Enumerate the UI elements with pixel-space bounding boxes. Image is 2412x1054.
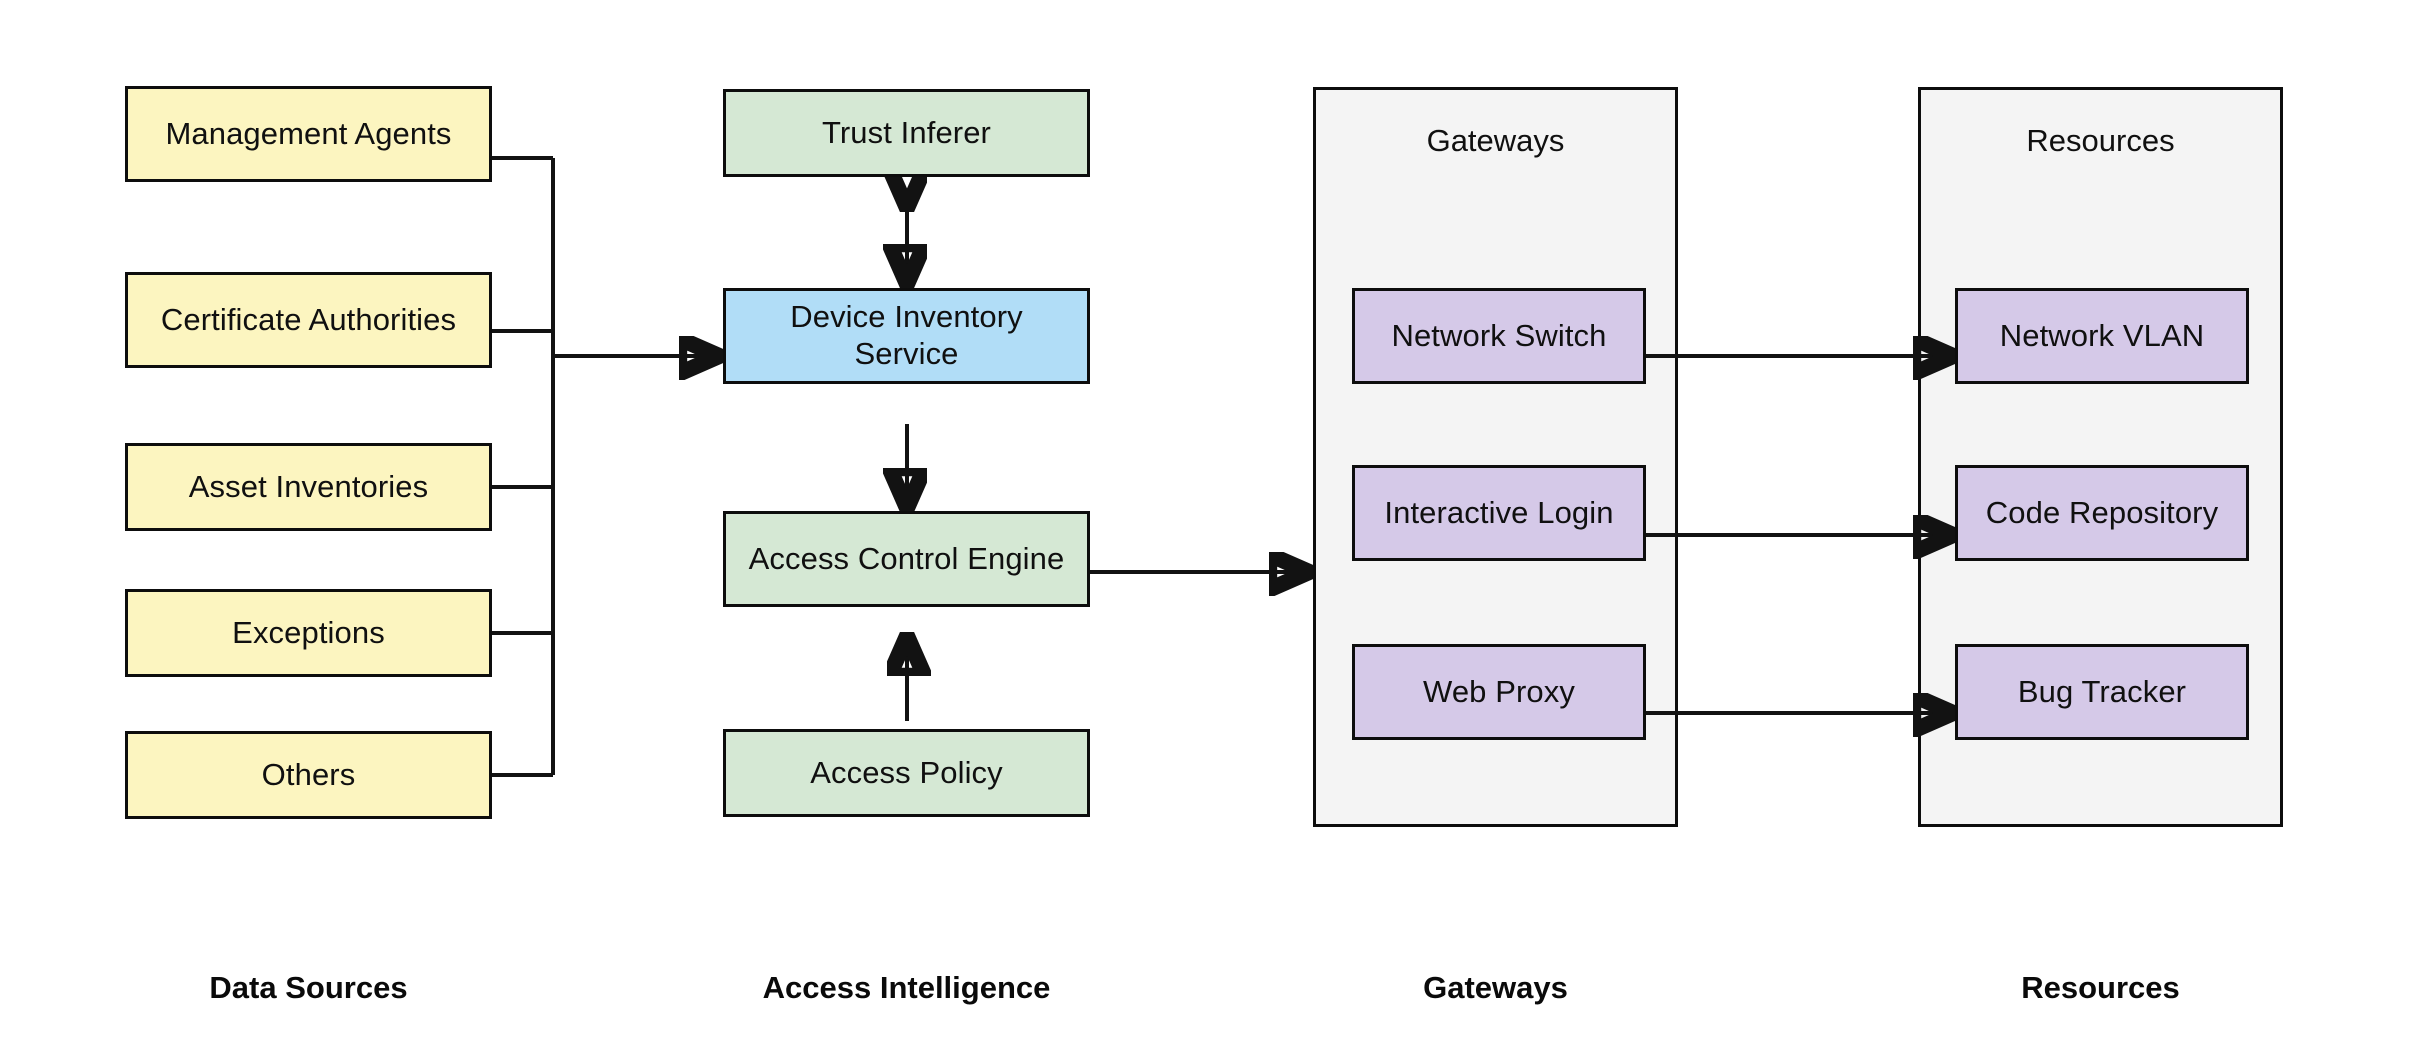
node-interactive-login-label: Interactive Login xyxy=(1384,494,1614,530)
node-trust-inferer[interactable]: Trust Inferer xyxy=(723,89,1090,177)
node-trust-inferer-label: Trust Inferer xyxy=(822,114,991,150)
node-access-policy-label: Access Policy xyxy=(810,754,1003,790)
stage-label-data-sources: Data Sources xyxy=(125,970,492,1006)
node-management-agents-label: Management Agents xyxy=(165,115,452,151)
node-device-inventory-service[interactable]: Device Inventory Service xyxy=(723,288,1090,384)
stage-label-gateways: Gateways xyxy=(1313,970,1678,1006)
node-exceptions-label: Exceptions xyxy=(232,614,385,650)
node-others[interactable]: Others xyxy=(125,731,492,819)
node-access-policy[interactable]: Access Policy xyxy=(723,729,1090,817)
stage-label-resources-text: Resources xyxy=(2021,970,2180,1005)
node-network-vlan[interactable]: Network VLAN xyxy=(1955,288,2249,384)
node-interactive-login[interactable]: Interactive Login xyxy=(1352,465,1646,561)
node-access-control-engine[interactable]: Access Control Engine xyxy=(723,511,1090,607)
node-certificate-authorities[interactable]: Certificate Authorities xyxy=(125,272,492,368)
node-bug-tracker[interactable]: Bug Tracker xyxy=(1955,644,2249,740)
data-sources-bus xyxy=(492,156,555,777)
node-web-proxy-label: Web Proxy xyxy=(1423,673,1575,709)
node-network-vlan-label: Network VLAN xyxy=(1999,317,2205,353)
node-management-agents[interactable]: Management Agents xyxy=(125,86,492,182)
node-device-inventory-service-label: Device Inventory Service xyxy=(790,299,1023,371)
node-certificate-authorities-label: Certificate Authorities xyxy=(160,301,457,337)
node-asset-inventories[interactable]: Asset Inventories xyxy=(125,443,492,531)
node-web-proxy[interactable]: Web Proxy xyxy=(1352,644,1646,740)
node-exceptions[interactable]: Exceptions xyxy=(125,589,492,677)
node-network-switch[interactable]: Network Switch xyxy=(1352,288,1646,384)
node-asset-inventories-label: Asset Inventories xyxy=(188,468,429,504)
stage-label-data-sources-text: Data Sources xyxy=(209,970,408,1005)
node-code-repository[interactable]: Code Repository xyxy=(1955,465,2249,561)
node-network-switch-label: Network Switch xyxy=(1391,317,1607,353)
node-others-label: Others xyxy=(261,756,356,792)
diagram-canvas: Management Agents Certificate Authoritie… xyxy=(0,0,2412,1054)
node-bug-tracker-label: Bug Tracker xyxy=(2017,673,2187,709)
stage-label-resources: Resources xyxy=(1918,970,2283,1006)
stage-label-access-intelligence-text: Access Intelligence xyxy=(762,970,1051,1005)
node-access-control-engine-label: Access Control Engine xyxy=(748,540,1065,576)
stage-label-gateways-text: Gateways xyxy=(1423,970,1568,1005)
stage-label-access-intelligence: Access Intelligence xyxy=(723,970,1090,1006)
node-code-repository-label: Code Repository xyxy=(1985,494,2219,530)
